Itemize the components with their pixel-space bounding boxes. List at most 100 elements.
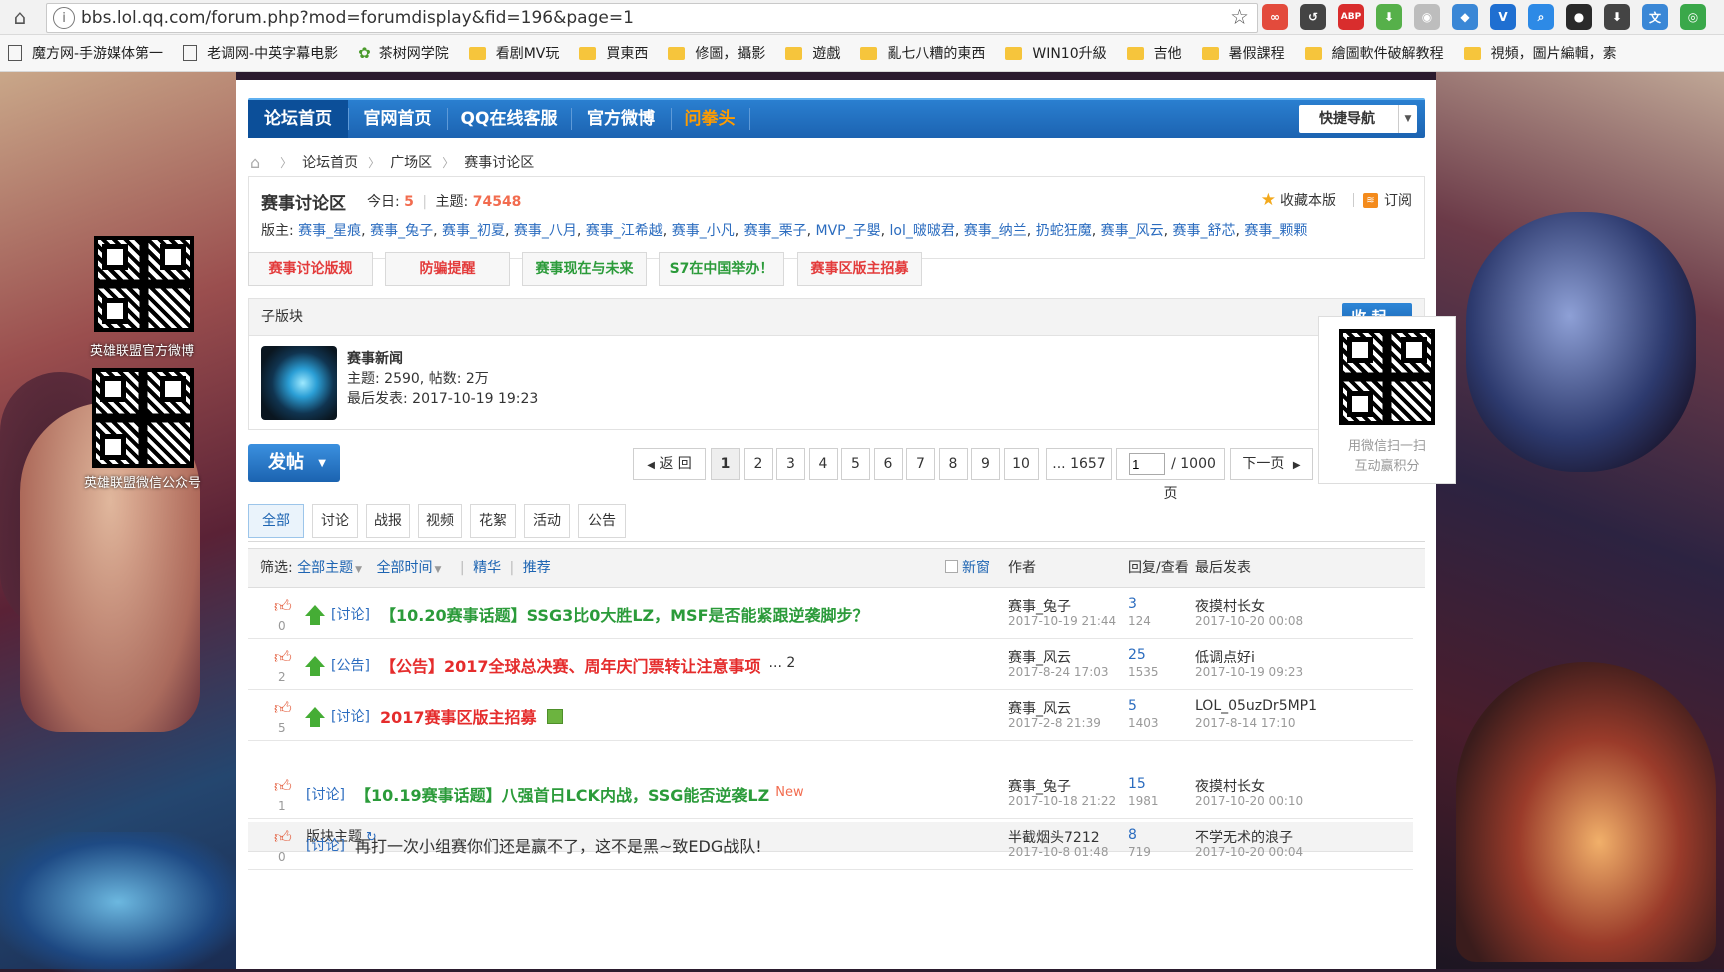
filter-all-topics[interactable]: 全部主题 ▼ [297,560,362,576]
ext-camera-icon[interactable]: ◉ [1414,4,1440,30]
page-2-button[interactable]: 2 [743,448,773,480]
last-poster[interactable]: 夜摸村长女 [1195,776,1265,796]
subforum-icon[interactable] [261,346,337,420]
thread-author[interactable]: 赛事_兔子 [1008,776,1071,796]
filter-digest[interactable]: 精华 [473,560,501,576]
category-tab[interactable]: 视频 [418,504,462,538]
nav-official-site[interactable]: 官网首页 [348,100,447,138]
ext-green-icon[interactable]: ◎ [1680,4,1706,30]
thread-title[interactable]: 【10.20赛事话题】SSG3比0大胜LZ，MSF是否能紧跟逆袭脚步？ [380,602,869,626]
favorite-board-link[interactable]: ★ 收藏本版 [1261,190,1336,210]
notice-button[interactable]: 赛事讨论版规 [248,252,373,286]
category-tab[interactable]: 花絮 [470,504,516,538]
pager-next-button[interactable]: 下一页 ▶ [1230,448,1313,480]
bookmark-item[interactable]: 繪圖軟件破解教程 [1297,43,1456,63]
bookmark-item[interactable]: 修圖，攝影 [660,43,777,63]
ext-refresh-icon[interactable]: ↺ [1300,4,1326,30]
ext-search-icon[interactable]: ⌕ [1528,4,1554,30]
ext-adblock-icon[interactable]: ABP [1338,4,1364,30]
breadcrumb-forum-home[interactable]: 论坛首页 [302,152,358,172]
page-1-button[interactable]: 1 [711,448,740,480]
last-poster[interactable]: LOL_05uzDr5MP1 [1195,698,1317,714]
moderator-link[interactable]: MVP_子嬰 [816,223,881,239]
last-post-date[interactable]: 2017-8-14 17:10 [1195,716,1296,730]
nav-ask-riot[interactable]: 问拳头 [671,100,749,138]
last-poster[interactable]: 不学无术的浪子 [1195,827,1293,847]
bookmark-item[interactable]: 視頻，圖片編輯，素 [1456,43,1629,63]
thread-title[interactable]: 再打一次小组赛你们还是赢不了，这不是黑~致EDG战队! [355,833,762,857]
thread-category[interactable]: [讨论] [306,835,345,855]
thread-author[interactable]: 半截烟头7212 [1008,827,1100,847]
bookmark-item[interactable]: WIN10升級 [997,43,1118,63]
new-window-toggle[interactable]: 新窗 [945,549,990,587]
thread-title[interactable]: 【10.19赛事话题】八强首日LCK内战，SSG能否逆袭LZ [355,782,769,806]
thread-author[interactable]: 赛事_风云 [1008,698,1071,718]
page-jump[interactable]: / 1000 页 [1116,448,1225,502]
nav-forum-home[interactable]: 论坛首页 [248,100,348,138]
last-post-date[interactable]: 2017-10-20 00:10 [1195,794,1303,808]
thread-page-links[interactable]: ... 2 [769,655,796,671]
notice-button[interactable]: 赛事现在与未来 [522,252,647,286]
home-icon[interactable]: ⌂ [250,153,260,172]
thumbs-up-icon[interactable]: 👍︎ [274,596,292,617]
moderator-link[interactable]: 赛事_颗颗 [1244,223,1307,239]
bookmark-item[interactable]: 買東西 [571,43,660,63]
moderator-link[interactable]: 扔蛇狂魔 [1036,223,1092,239]
pager-back-button[interactable]: ◀ 返 回 [633,448,706,480]
bookmark-item[interactable]: 老调网-中英字幕电影 [175,43,350,63]
page-5-button[interactable]: 5 [841,448,870,480]
page-8-button[interactable]: 8 [938,448,968,480]
thumbs-up-icon[interactable]: 👍︎ [274,647,292,668]
moderator-link[interactable]: 赛事_星痕 [298,223,361,239]
site-info-icon[interactable]: i [53,7,75,29]
thread-category[interactable]: [公告] [331,655,370,675]
category-tab[interactable]: 活动 [524,504,570,538]
category-tab[interactable]: 公告 [578,504,626,538]
moderator-link[interactable]: 赛事_江希越 [586,223,663,239]
moderator-link[interactable]: 赛事_纳兰 [964,223,1027,239]
page-6-button[interactable]: 6 [873,448,903,480]
thread-title[interactable]: 【公告】2017全球总决赛、周年庆门票转让注意事项 [380,653,761,677]
thread-author[interactable]: 赛事_兔子 [1008,596,1071,616]
category-tab[interactable]: 全部 [248,504,304,538]
ext-arrow-down-icon[interactable]: ⬇ [1604,4,1630,30]
thread-category[interactable]: [讨论] [306,784,345,804]
bookmark-star-icon[interactable]: ☆ [1230,5,1249,29]
home-icon[interactable]: ⌂ [0,0,40,34]
ext-chrome-icon[interactable]: ◆ [1452,4,1478,30]
thread-title[interactable]: 2017赛事区版主招募 [380,704,537,728]
bookmark-item[interactable]: 吉他 [1119,43,1194,63]
new-post-button[interactable]: 发帖 ▼ [248,444,340,482]
moderator-link[interactable]: 赛事_栗子 [744,223,807,239]
address-bar[interactable]: i bbs.lol.qq.com/forum.php?mod=forumdisp… [46,3,1258,33]
ext-v-icon[interactable]: V [1490,4,1516,30]
breadcrumb-current[interactable]: 赛事讨论区 [464,152,534,172]
last-poster[interactable]: 夜摸村长女 [1195,596,1265,616]
bookmark-item[interactable]: 暑假課程 [1194,43,1297,63]
thumbs-up-icon[interactable]: 👍︎ [274,698,292,719]
ext-circle-icon[interactable]: ● [1566,4,1592,30]
last-post-date[interactable]: 2017-10-19 09:23 [1195,665,1303,679]
moderator-link[interactable]: 赛事_小凡 [672,223,735,239]
moderator-link[interactable]: 赛事_八月 [514,223,577,239]
filter-recommend[interactable]: 推荐 [523,560,551,576]
page-9-button[interactable]: 9 [971,448,1000,480]
moderator-link[interactable]: 赛事_初夏 [442,223,505,239]
subforum-name[interactable]: 赛事新闻 [347,348,403,368]
ext-download-icon[interactable]: ⬇ [1376,4,1402,30]
ext-translate-icon[interactable]: 文 [1642,4,1668,30]
last-post-date[interactable]: 2017-10-20 00:04 [1195,845,1303,859]
notice-button[interactable]: 赛事区版主招募 [797,252,922,286]
moderator-link[interactable]: lol_啵啵君 [890,223,955,239]
thumbs-up-icon[interactable]: 👍︎ [274,827,292,848]
quick-nav-dropdown[interactable]: 快捷导航 ▼ [1299,105,1417,133]
ext-infinity-icon[interactable]: ∞ [1262,4,1288,30]
notice-button[interactable]: S7在中国举办！ [659,252,784,286]
last-post-date[interactable]: 2017-10-20 00:08 [1195,614,1303,628]
page-4-button[interactable]: 4 [808,448,838,480]
moderator-link[interactable]: 赛事_风云 [1101,223,1164,239]
page-7-button[interactable]: 7 [906,448,935,480]
nav-qq-support[interactable]: QQ在线客服 [447,100,571,138]
bookmark-item[interactable]: 遊戲 [777,43,852,63]
page-3-button[interactable]: 3 [776,448,805,480]
